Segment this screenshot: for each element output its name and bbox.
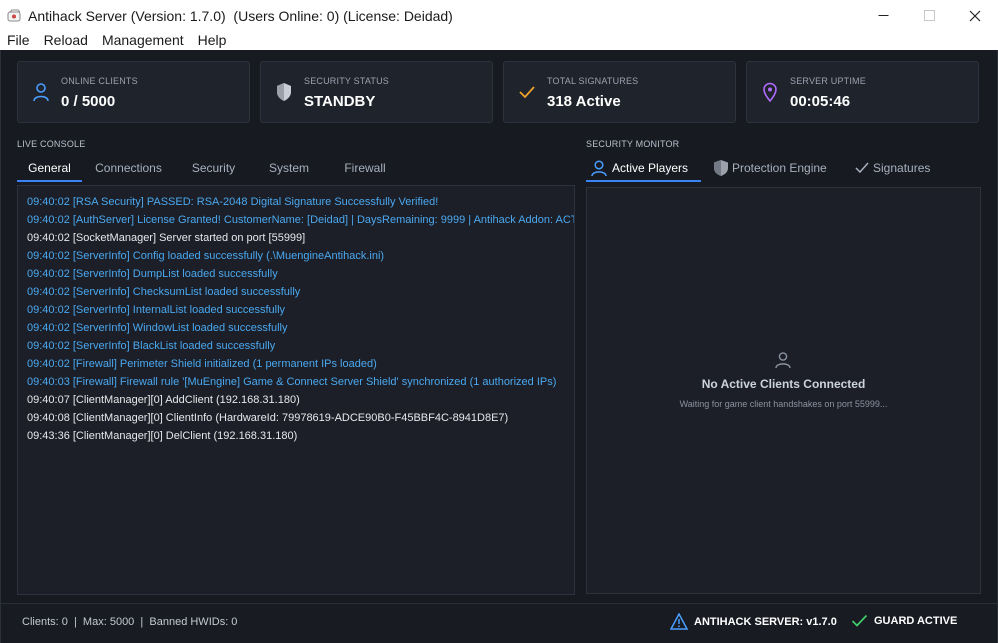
guard-status-label: GUARD ACTIVE <box>874 614 958 627</box>
tab-label: Active Players <box>612 161 689 175</box>
log-line: 09:40:02 [RSA Security] PASSED: RSA-2048… <box>27 196 439 208</box>
card-label: TOTAL SIGNATURES <box>547 76 639 86</box>
tab-general[interactable]: General <box>17 155 82 182</box>
close-button[interactable] <box>952 0 998 31</box>
log-line: 09:40:02 [ServerInfo] ChecksumList loade… <box>27 286 301 298</box>
maximize-button[interactable] <box>906 0 952 31</box>
menu-help[interactable]: Help <box>191 31 234 50</box>
card-value: 318 Active <box>547 93 621 110</box>
card-value: STANDBY <box>304 93 376 110</box>
tab-active-players[interactable]: Active Players <box>586 155 701 182</box>
check-icon <box>517 81 537 103</box>
minimize-button[interactable] <box>860 0 906 31</box>
card-online-clients: ONLINE CLIENTS 0 / 5000 <box>17 61 250 123</box>
app-body: ONLINE CLIENTS 0 / 5000 SECURITY STATUS … <box>0 50 998 643</box>
tab-label: Signatures <box>873 161 931 175</box>
card-security-status: SECURITY STATUS STANDBY <box>260 61 493 123</box>
check-icon <box>855 162 869 174</box>
shield-icon <box>274 81 294 103</box>
console-log[interactable]: 09:40:02 [RSA Security] PASSED: RSA-2048… <box>17 185 575 595</box>
card-server-uptime: SERVER UPTIME 00:05:46 <box>746 61 979 123</box>
guard-status: GUARD ACTIVE <box>851 613 957 628</box>
menu-management[interactable]: Management <box>95 31 191 50</box>
app-icon <box>6 8 22 24</box>
menu-file[interactable]: File <box>0 31 37 50</box>
tab-security[interactable]: Security <box>175 155 252 181</box>
minimize-icon <box>878 15 888 16</box>
log-line: 09:40:02 [SocketManager] Server started … <box>27 232 306 244</box>
server-version-label: ANTIHACK SERVER: v1.7.0 <box>694 615 837 628</box>
location-pin-icon <box>760 81 780 103</box>
log-line: 09:40:02 [Firewall] Perimeter Shield ini… <box>27 358 377 370</box>
log-line: 09:40:02 [AuthServer] License Granted! C… <box>27 214 575 226</box>
card-value: 0 / 5000 <box>61 93 116 110</box>
card-total-signatures: TOTAL SIGNATURES 318 Active <box>503 61 736 123</box>
status-summary: Clients: 0 | Max: 5000 | Banned HWIDs: 0 <box>22 616 238 628</box>
card-label: SECURITY STATUS <box>304 76 390 86</box>
log-line: 09:40:08 [ClientManager][0] ClientInfo (… <box>27 412 509 424</box>
log-line: 09:40:02 [ServerInfo] WindowList loaded … <box>27 322 288 334</box>
close-icon <box>969 10 981 21</box>
log-line: 09:40:02 [ServerInfo] InternalList loade… <box>27 304 286 316</box>
log-line: 09:40:03 [Firewall] Firewall rule '[MuEn… <box>27 376 557 388</box>
tab-system[interactable]: System <box>252 155 326 181</box>
warning-icon <box>670 613 688 630</box>
tab-connections[interactable]: Connections <box>82 155 175 181</box>
title-bar: Antihack Server (Version: 1.7.0) (Users … <box>0 0 998 31</box>
tab-firewall[interactable]: Firewall <box>326 155 404 181</box>
card-value: 00:05:46 <box>790 93 851 110</box>
log-line: 09:40:02 [ServerInfo] DumpList loaded su… <box>27 268 278 280</box>
log-line: 09:40:07 [ClientManager][0] AddClient (1… <box>27 394 300 406</box>
tab-label: Protection Engine <box>732 161 827 175</box>
tab-signatures[interactable]: Signatures <box>841 155 941 181</box>
log-line: 09:40:02 [ServerInfo] BlackList loaded s… <box>27 340 276 352</box>
empty-state-title: No Active Clients Connected <box>701 377 866 391</box>
status-bar: Clients: 0 | Max: 5000 | Banned HWIDs: 0… <box>1 603 997 643</box>
server-version-status: ANTIHACK SERVER: v1.7.0 <box>670 613 837 630</box>
menu-reload[interactable]: Reload <box>37 31 95 50</box>
log-line: 09:40:02 [ServerInfo] Config loaded succ… <box>27 250 385 262</box>
console-tabs: General Connections Security System Fire… <box>17 155 404 182</box>
maximize-icon <box>923 10 935 21</box>
active-players-panel: No Active Clients Connected Waiting for … <box>586 187 981 594</box>
monitor-section-label: SECURITY MONITOR <box>586 139 680 149</box>
tab-protection-engine[interactable]: Protection Engine <box>701 155 841 181</box>
check-icon <box>851 614 868 627</box>
console-section-label: LIVE CONSOLE <box>17 139 86 149</box>
empty-state-subtitle: Waiting for game client handshakes on po… <box>679 399 888 409</box>
user-icon <box>591 160 607 177</box>
user-icon <box>775 352 791 369</box>
user-icon <box>31 81 51 103</box>
shield-icon <box>714 160 728 176</box>
menu-bar: File Reload Management Help <box>0 31 998 50</box>
card-label: SERVER UPTIME <box>790 76 866 86</box>
window-title: Antihack Server (Version: 1.7.0) (Users … <box>28 7 453 24</box>
log-line: 09:43:36 [ClientManager][0] DelClient (1… <box>27 430 298 442</box>
card-label: ONLINE CLIENTS <box>61 76 138 86</box>
monitor-tabs: Active Players Protection Engine Signatu… <box>586 155 941 182</box>
